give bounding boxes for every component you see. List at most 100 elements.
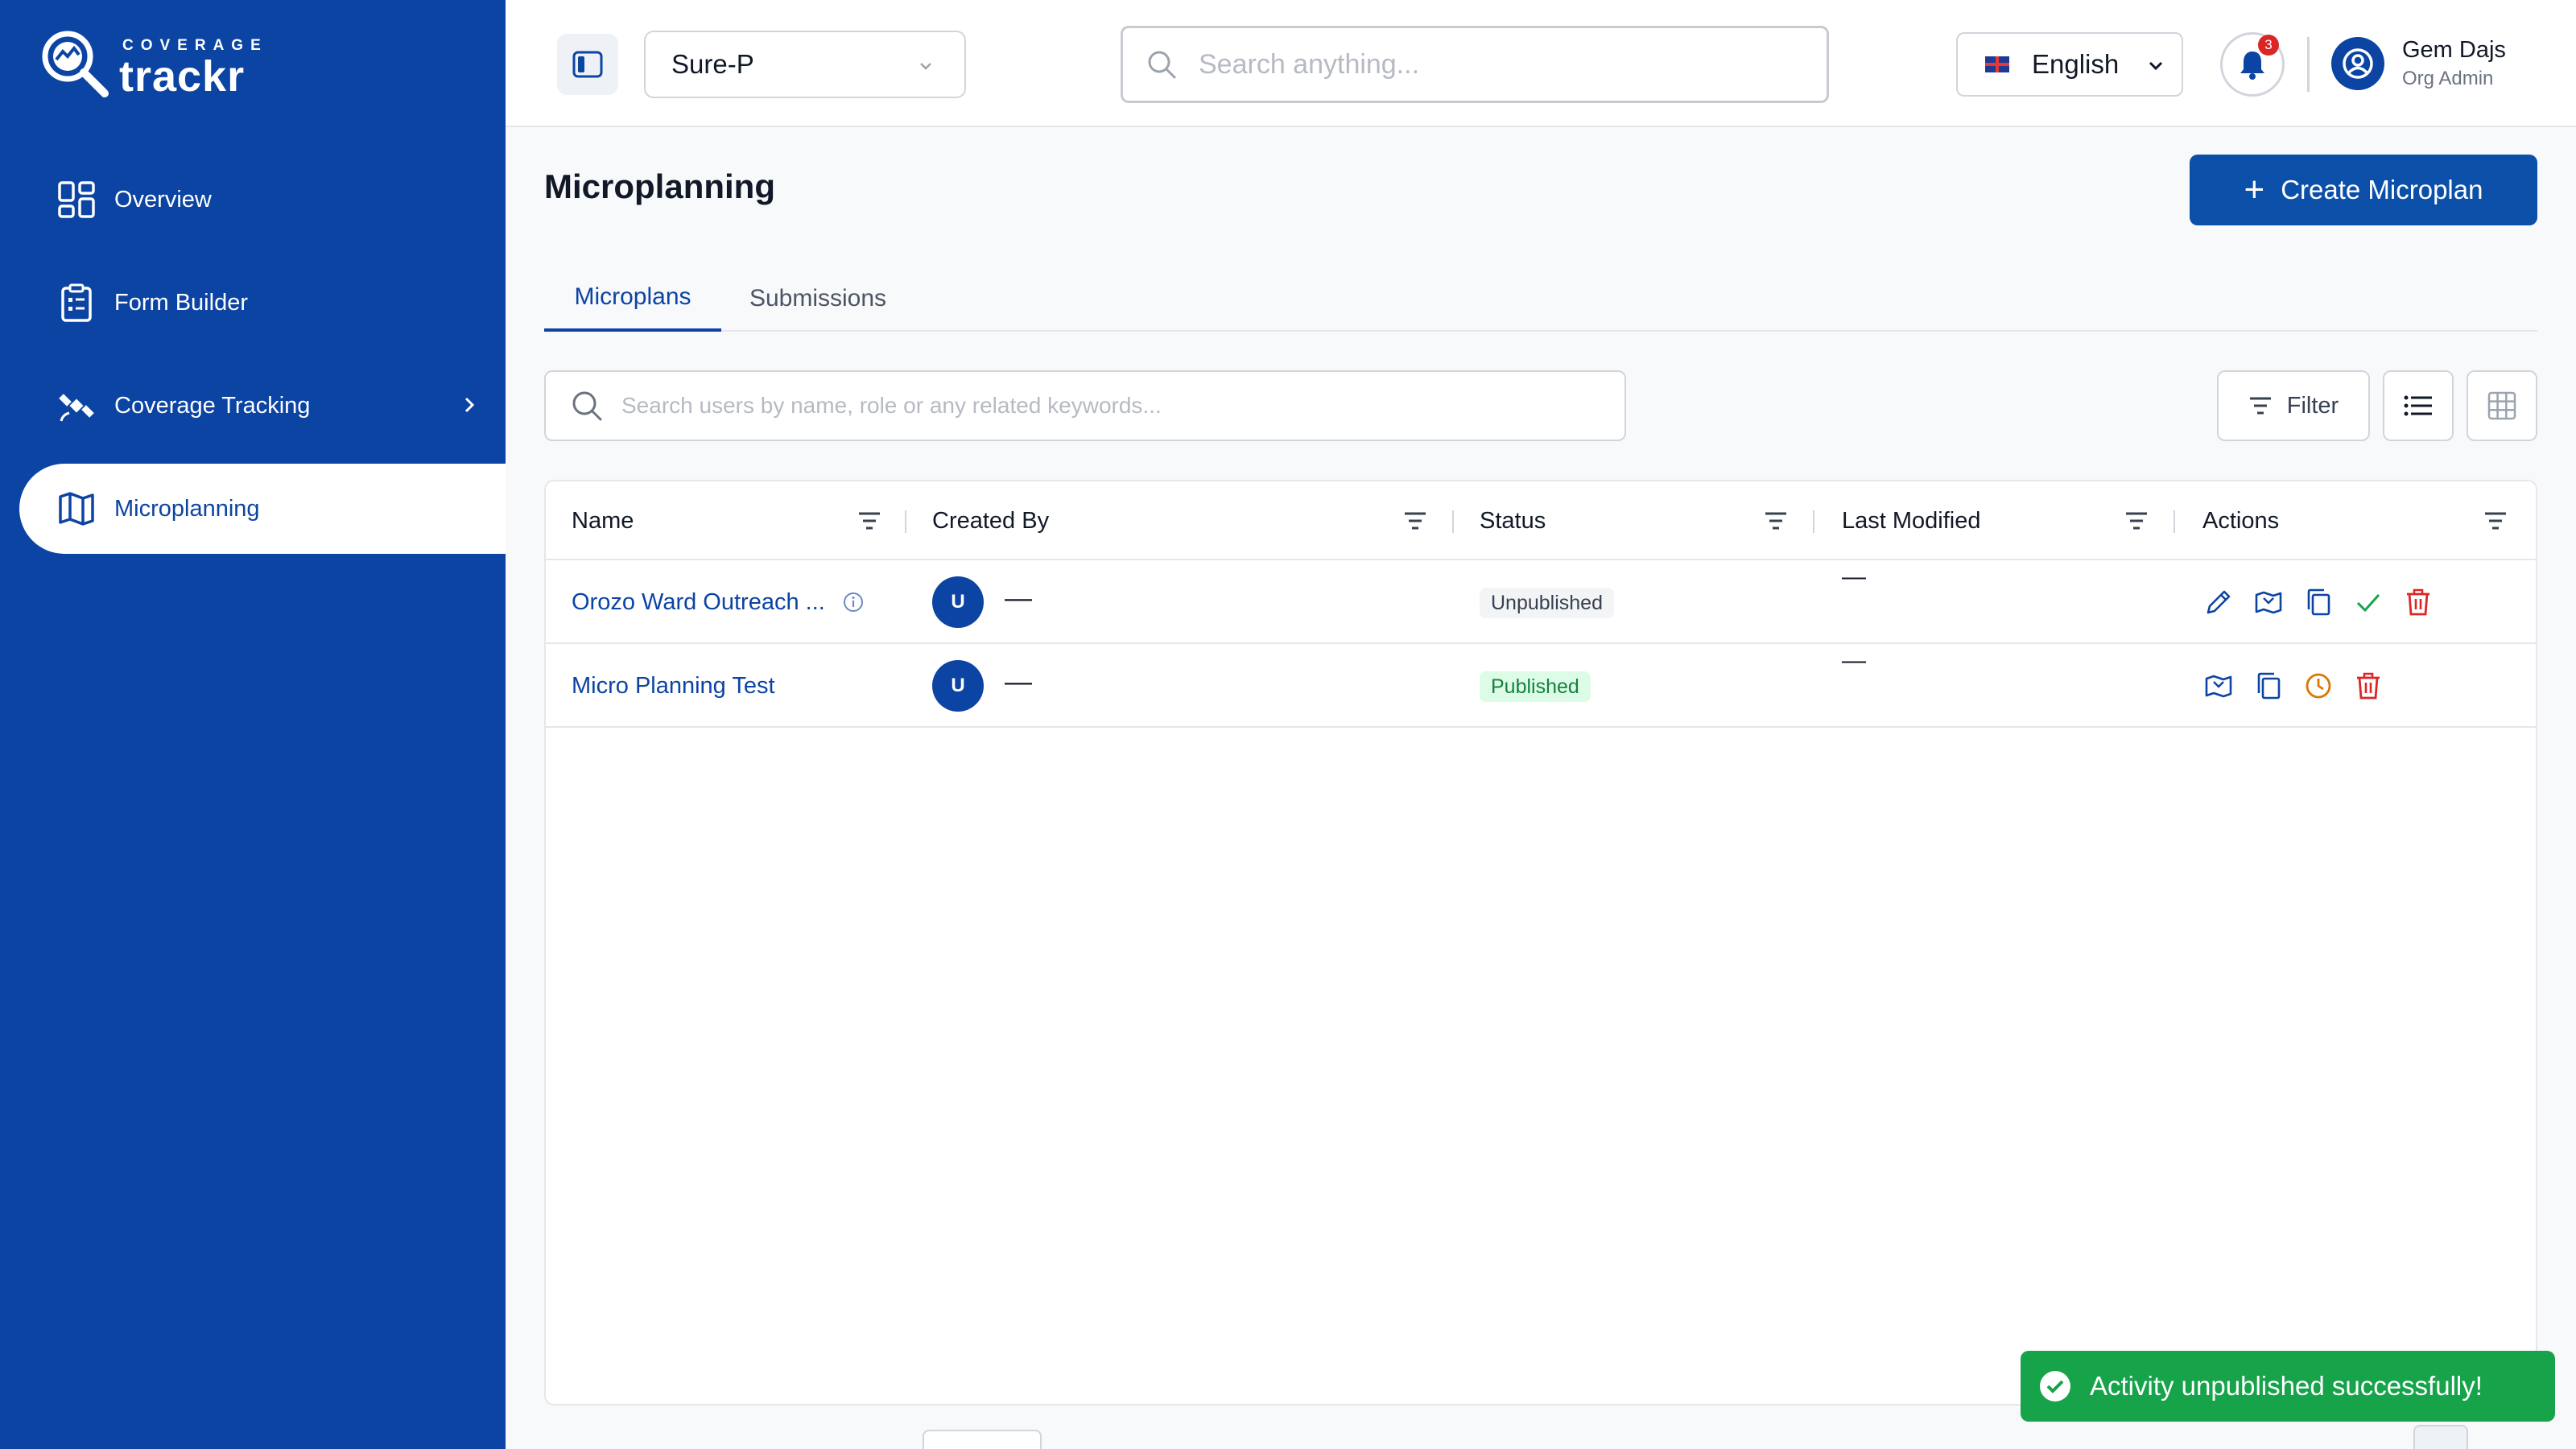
sidebar-item-coverage-tracking[interactable]: Coverage Tracking (19, 361, 506, 451)
organization-select[interactable]: Sure-P (644, 31, 966, 98)
organization-value: Sure-P (671, 49, 754, 79)
chevron-down-icon (920, 63, 931, 70)
column-header-name[interactable]: Name (572, 481, 634, 560)
notification-count-badge: 3 (2258, 35, 2279, 56)
sidebar-item-form-builder[interactable]: Form Builder (19, 258, 506, 348)
create-microplan-button[interactable]: + Create Microplan (2190, 155, 2537, 225)
page-title: Microplanning (544, 167, 775, 205)
magnifier-globe-icon (42, 31, 109, 97)
column-label: Name (572, 507, 634, 534)
column-divider (905, 510, 906, 533)
filter-label: Filter (2286, 392, 2339, 419)
duplicate-button[interactable] (2251, 668, 2286, 704)
table-row: Micro Planning Test U — Published — (546, 644, 2536, 728)
column-label: Created By (932, 507, 1050, 534)
filter-icon (2249, 397, 2271, 415)
user-role: Org Admin (2402, 68, 2494, 89)
column-header-created-by[interactable]: Created By (932, 481, 1049, 560)
view-map-button[interactable] (2251, 584, 2286, 620)
creator-name: — (1005, 667, 1032, 697)
toast-message: Activity unpublished successfully! (2090, 1371, 2483, 1401)
copy-icon (2307, 588, 2330, 616)
column-divider (1813, 510, 1814, 533)
clipboard-icon (56, 283, 97, 323)
sidebar-item-overview[interactable]: Overview (19, 155, 506, 245)
view-map-button[interactable] (2201, 668, 2236, 704)
pencil-icon (2207, 590, 2231, 614)
success-toast: Activity unpublished successfully! (2021, 1351, 2555, 1422)
column-header-actions[interactable]: Actions (2202, 481, 2279, 560)
language-value: English (2032, 49, 2120, 79)
microplan-name: Orozo Ward Outreach ... (572, 588, 825, 615)
global-search-input[interactable] (1199, 48, 1810, 80)
dashboard-icon (56, 180, 97, 220)
sidebar-item-label: Form Builder (114, 289, 248, 316)
trash-icon (2407, 588, 2429, 616)
user-circle-icon (2343, 48, 2373, 79)
duplicate-button[interactable] (2301, 584, 2336, 620)
tab-submissions[interactable]: Submissions (729, 266, 906, 332)
brand-logo[interactable]: COVERAGE trackr (39, 24, 280, 105)
satellite-icon (56, 386, 97, 426)
map-icon (2255, 591, 2282, 614)
user-avatar[interactable] (2331, 37, 2384, 90)
table-row: Orozo Ward Outreach ... U — Unpublished … (546, 560, 2536, 644)
tab-bar: Microplans Submissions (544, 266, 2537, 332)
tab-microplans[interactable]: Microplans (544, 266, 721, 332)
table-header: Name Created By Status Last Modified Act… (546, 481, 2536, 560)
grid-view-button[interactable] (2467, 370, 2537, 441)
table-search[interactable] (544, 370, 1626, 441)
rows-per-page-select[interactable] (923, 1430, 1042, 1449)
top-bar: Sure-P English 3 Gem Dajs Org Admin (506, 0, 2576, 127)
list-view-button[interactable] (2383, 370, 2454, 441)
divider (2307, 37, 2310, 92)
column-header-last-modified[interactable]: Last Modified (1842, 481, 1981, 560)
notifications-button[interactable]: 3 (2220, 32, 2285, 97)
delete-button[interactable] (2351, 668, 2386, 704)
column-filter-icon[interactable] (2124, 509, 2149, 533)
microplan-name: Micro Planning Test (572, 672, 775, 699)
check-icon (2356, 593, 2380, 613)
column-header-status[interactable]: Status (1480, 481, 1546, 560)
language-select[interactable]: English (1956, 32, 2183, 97)
check-circle-icon (2040, 1371, 2070, 1402)
clock-icon (2306, 673, 2331, 699)
column-divider (1452, 510, 1454, 533)
map-icon (56, 489, 97, 529)
column-label: Last Modified (1842, 507, 1981, 534)
search-icon (572, 391, 602, 421)
microplan-name-link[interactable]: Micro Planning Test (572, 644, 775, 728)
sidebar-toggle-icon (572, 51, 603, 78)
microplan-name-link[interactable]: Orozo Ward Outreach ... (572, 560, 864, 644)
list-icon (2404, 395, 2432, 416)
filter-button[interactable]: Filter (2217, 370, 2370, 441)
global-search[interactable] (1121, 26, 1829, 103)
publish-button[interactable] (2351, 584, 2386, 620)
trash-icon (2357, 672, 2380, 700)
user-name: Gem Dajs (2402, 37, 2506, 63)
column-filter-icon[interactable] (1763, 509, 1789, 533)
column-filter-icon[interactable] (857, 509, 882, 533)
sidebar: COVERAGE trackr Overview Form Builder Co… (0, 0, 506, 1449)
sidebar-toggle-button[interactable] (557, 34, 618, 95)
column-filter-icon[interactable] (1402, 509, 1428, 533)
row-actions (2201, 668, 2401, 704)
copy-icon (2257, 672, 2281, 700)
table-search-input[interactable] (621, 393, 1587, 419)
pagination-button[interactable] (2413, 1425, 2468, 1449)
row-actions (2201, 584, 2450, 620)
status-badge: Unpublished (1480, 588, 1614, 618)
search-icon (1148, 51, 1176, 79)
column-filter-icon[interactable] (2483, 509, 2508, 533)
edit-button[interactable] (2201, 584, 2236, 620)
delete-button[interactable] (2401, 584, 2436, 620)
microplans-table: Name Created By Status Last Modified Act… (544, 480, 2537, 1406)
map-icon (2205, 675, 2232, 698)
brand-name: trackr (119, 52, 246, 101)
status-badge: Published (1480, 671, 1591, 702)
sidebar-item-label: Microplanning (114, 495, 260, 522)
sidebar-item-label: Overview (114, 186, 212, 213)
sidebar-item-microplanning[interactable]: Microplanning (19, 464, 506, 554)
unpublish-button[interactable] (2301, 668, 2336, 704)
info-icon[interactable] (843, 592, 864, 613)
